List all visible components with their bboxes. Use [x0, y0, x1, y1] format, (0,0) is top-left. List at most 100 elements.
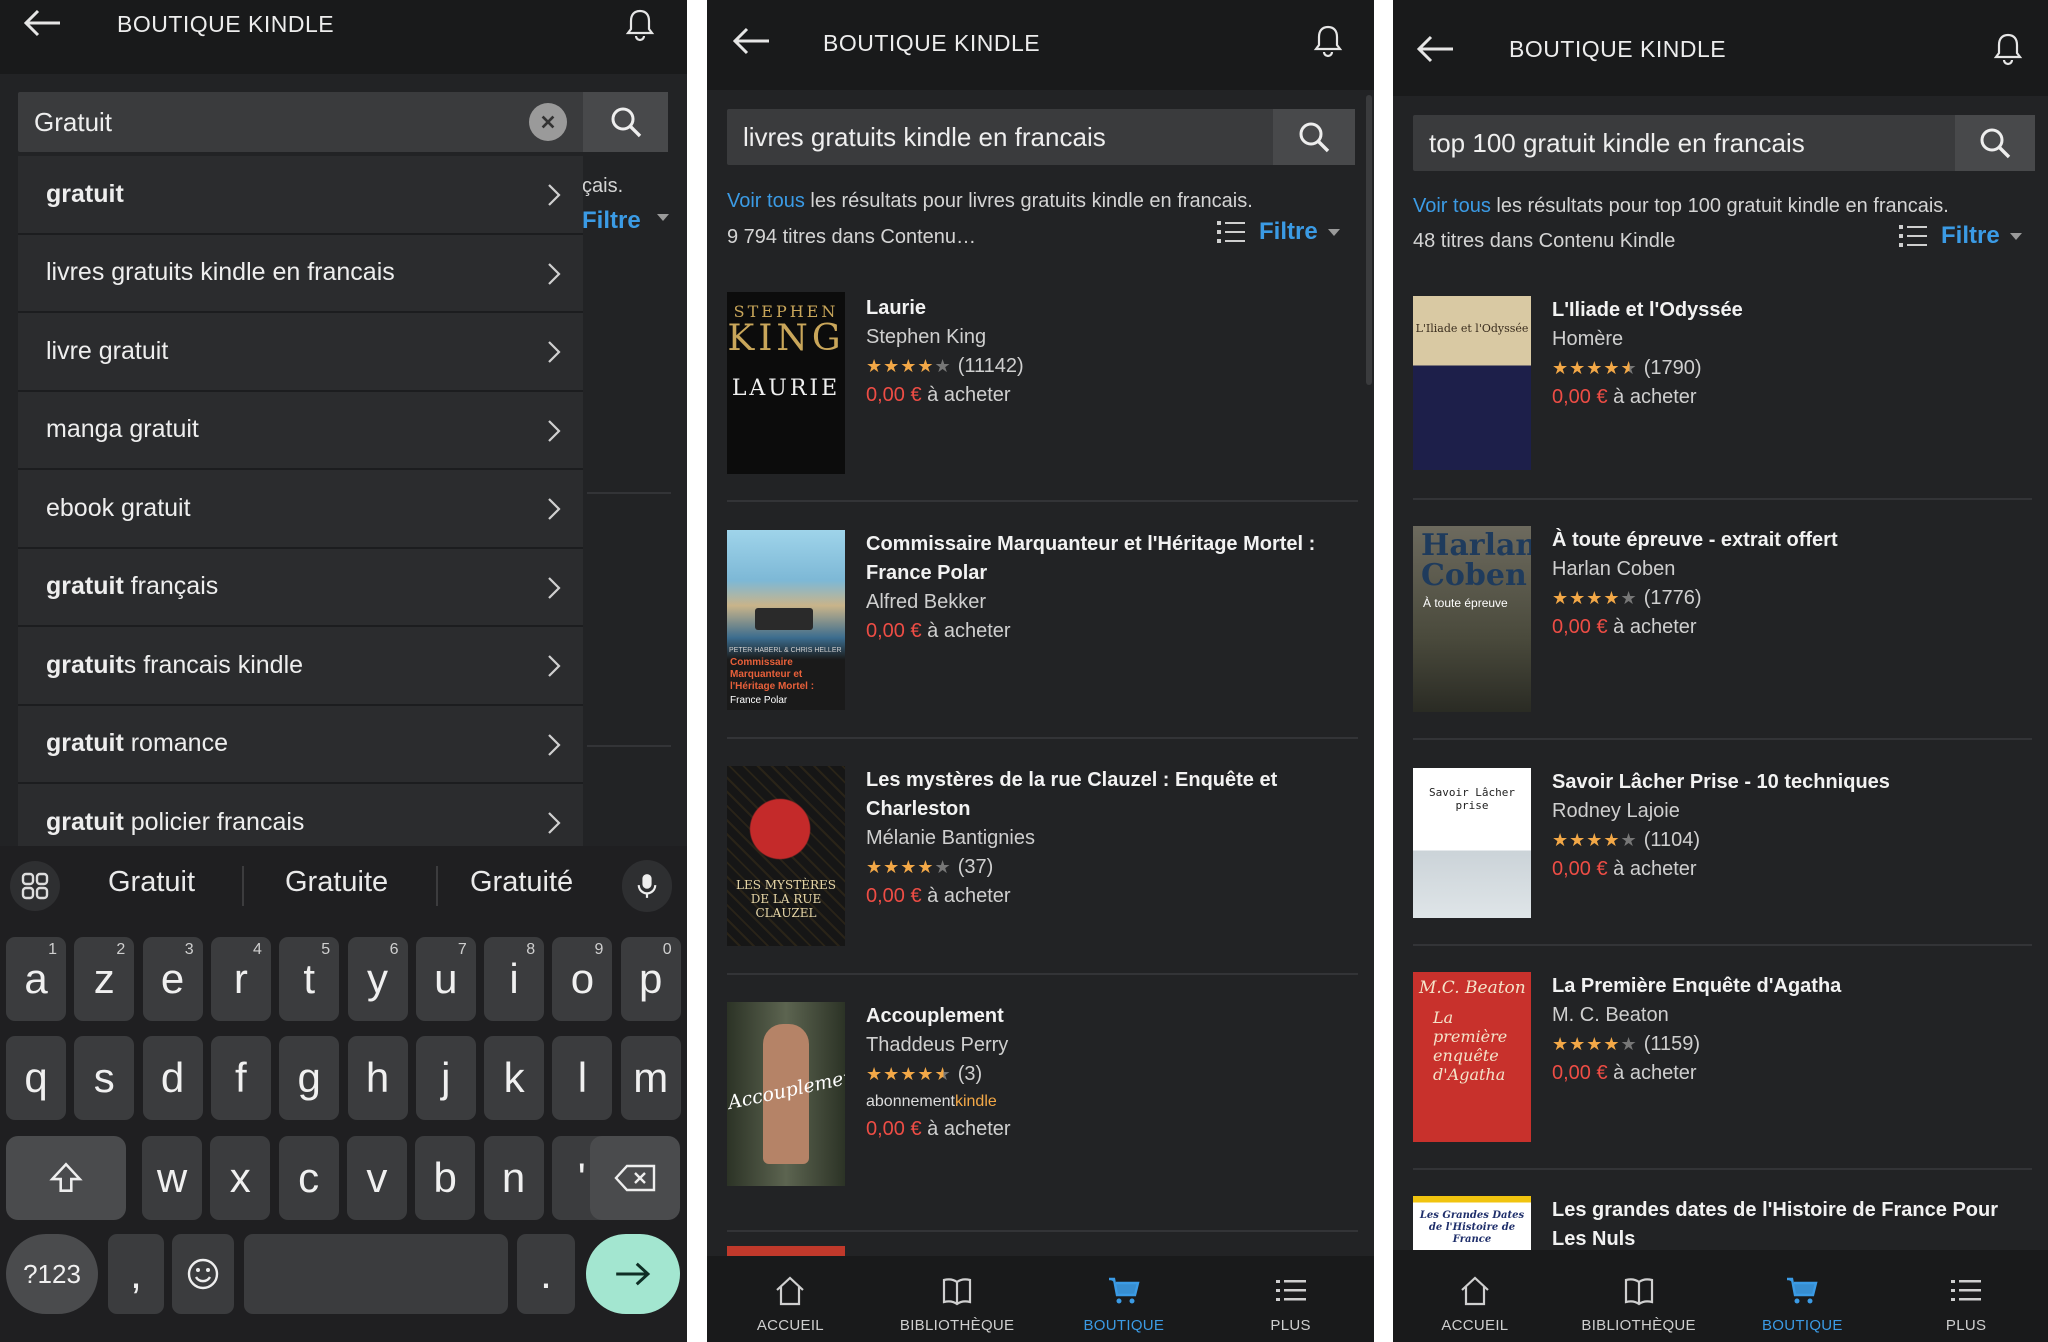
key-x[interactable]: x — [210, 1136, 271, 1220]
key-l[interactable]: l — [552, 1036, 613, 1120]
comma-key[interactable]: , — [108, 1234, 164, 1314]
see-all-link[interactable]: Voir tous — [727, 190, 805, 212]
book-result[interactable]: PETER HABERL & CHRIS HELLER Commissaire … — [707, 530, 1374, 730]
nav-library[interactable]: BIBLIOTHÈQUE — [874, 1256, 1041, 1342]
key-e[interactable]: e3 — [142, 937, 203, 1021]
key-p[interactable]: p0 — [620, 937, 681, 1021]
book-result[interactable]: Les Grandes Dates de l'Histoire de Franc… — [1393, 1196, 2048, 1256]
book-title[interactable]: Commissaire Marquanteur et l'Héritage Mo… — [866, 530, 1358, 588]
key-b[interactable]: b — [415, 1136, 476, 1220]
key-i[interactable]: i8 — [484, 937, 545, 1021]
apps-grid-icon[interactable] — [10, 861, 60, 911]
search-input[interactable]: livres gratuits kindle en francais — [727, 122, 1355, 153]
search-button[interactable] — [1955, 115, 2035, 171]
filter-label[interactable]: Filtre — [1941, 222, 2000, 250]
search-input[interactable]: top 100 gratuit kindle en francais — [1413, 128, 2035, 159]
microphone-icon[interactable] — [622, 860, 672, 912]
numbers-key[interactable]: ?123 — [6, 1234, 98, 1314]
nav-store[interactable]: BOUTIQUE — [1041, 1256, 1208, 1342]
search-button[interactable] — [1273, 109, 1355, 165]
key-j[interactable]: j — [415, 1036, 476, 1120]
suggestion-item[interactable]: gratuit français — [18, 549, 583, 627]
shift-key[interactable] — [6, 1136, 126, 1220]
suggestion-item[interactable]: gratuits francais kindle — [18, 627, 583, 706]
bell-icon[interactable] — [1313, 24, 1343, 58]
book-title[interactable]: Les mystères de la rue Clauzel : Enquête… — [866, 766, 1358, 824]
book-title[interactable]: À toute épreuve - extrait offert — [1552, 526, 2032, 555]
bell-icon[interactable] — [625, 8, 655, 42]
suggestion-item[interactable]: livres gratuits kindle en francais — [18, 235, 583, 313]
key-g[interactable]: g — [279, 1036, 340, 1120]
book-title[interactable]: La Première Enquête d'Agatha — [1552, 972, 2032, 1001]
key-f[interactable]: f — [210, 1036, 271, 1120]
book-title[interactable]: Les grandes dates de l'Histoire de Franc… — [1552, 1196, 2032, 1254]
book-result[interactable]: Harlan Coben À toute épreuve À toute épr… — [1393, 526, 2048, 726]
space-bar[interactable] — [244, 1234, 508, 1314]
backspace-key[interactable] — [590, 1136, 680, 1220]
see-all-link[interactable]: Voir tous — [1413, 195, 1491, 217]
book-title[interactable]: Savoir Lâcher Prise - 10 techniques — [1552, 768, 2032, 797]
book-cover: Savoir Lâcher prise — [1413, 768, 1531, 918]
book-result[interactable]: M.C. Beaton La première enquête d'Agatha… — [1393, 972, 2048, 1172]
key-w[interactable]: w — [142, 1136, 202, 1220]
emoji-key[interactable] — [172, 1234, 234, 1314]
key-h[interactable]: h — [347, 1036, 408, 1120]
filter-control[interactable]: Filtre — [1217, 218, 1340, 246]
word-suggestion[interactable]: Gratuite — [285, 866, 388, 899]
key-a[interactable]: a1 — [6, 937, 66, 1021]
key-n[interactable]: n — [483, 1136, 544, 1220]
key-z[interactable]: z2 — [74, 937, 135, 1021]
word-suggestion[interactable]: Gratuit — [108, 866, 195, 899]
book-title[interactable]: Accouplement — [866, 1002, 1358, 1031]
search-button[interactable] — [583, 92, 668, 152]
nav-store[interactable]: BOUTIQUE — [1721, 1250, 1885, 1342]
book-title[interactable]: Laurie — [866, 294, 1358, 323]
nav-home[interactable]: ACCUEIL — [707, 1256, 874, 1342]
suggestion-label: ebook gratuit — [46, 494, 191, 523]
bell-icon[interactable] — [1993, 32, 2023, 66]
book-title[interactable]: L'Iliade et l'Odyssée — [1552, 296, 2032, 325]
star-rating: ★★★★★ — [866, 857, 952, 877]
key-o[interactable]: o9 — [552, 937, 613, 1021]
key-c[interactable]: c — [278, 1136, 339, 1220]
key-m[interactable]: m — [620, 1036, 681, 1120]
key-u[interactable]: u7 — [415, 937, 476, 1021]
nav-more[interactable]: PLUS — [1884, 1250, 2048, 1342]
results-summary-text: les résultats pour top 100 gratuit kindl… — [1490, 195, 1949, 217]
book-result[interactable]: LES MYSTÈRES DE LA RUE CLAUZEL Les mystè… — [707, 766, 1374, 966]
suggestion-item[interactable]: manga gratuit — [18, 392, 583, 470]
key-y[interactable]: y6 — [347, 937, 408, 1021]
search-icon — [1980, 128, 2011, 159]
book-result[interactable]: Savoir Lâcher prise Savoir Lâcher Prise … — [1393, 768, 2048, 968]
suggestion-item[interactable]: ebook gratuit — [18, 470, 583, 549]
back-arrow-icon[interactable] — [731, 26, 771, 56]
word-suggestion[interactable]: Gratuité — [470, 866, 573, 899]
key-k[interactable]: k — [484, 1036, 545, 1120]
back-arrow-icon[interactable] — [1415, 34, 1455, 64]
filter-control[interactable]: Filtre — [1899, 222, 2022, 250]
nav-more[interactable]: PLUS — [1207, 1256, 1374, 1342]
suggestion-item[interactable]: gratuit — [18, 156, 583, 235]
filter-label[interactable]: Filtre — [1259, 218, 1318, 246]
list-view-icon[interactable] — [1217, 219, 1245, 245]
key-t[interactable]: t5 — [279, 937, 340, 1021]
key-q[interactable]: q — [6, 1036, 66, 1120]
suggestion-item[interactable]: livre gratuit — [18, 313, 583, 392]
key-s[interactable]: s — [74, 1036, 135, 1120]
nav-home[interactable]: ACCUEIL — [1393, 1250, 1557, 1342]
back-arrow-icon[interactable] — [22, 8, 62, 38]
key-v[interactable]: v — [346, 1136, 407, 1220]
key-r[interactable]: r4 — [210, 937, 271, 1021]
suggestion-item[interactable]: gratuit romance — [18, 706, 583, 784]
book-result[interactable]: L'Iliade et l'Odyssée L'Iliade et l'Odys… — [1393, 296, 2048, 496]
book-result[interactable]: STEPHEN KING LAURIE Laurie Stephen King … — [707, 292, 1374, 492]
search-input[interactable]: Gratuit — [18, 107, 668, 138]
book-result[interactable]: Accouplement Accouplement Thaddeus Perry… — [707, 1002, 1374, 1202]
key-d[interactable]: d — [142, 1036, 203, 1120]
period-key[interactable]: . — [517, 1234, 575, 1314]
clear-search-icon[interactable] — [529, 103, 567, 141]
nav-library[interactable]: BIBLIOTHÈQUE — [1557, 1250, 1721, 1342]
list-view-icon[interactable] — [1899, 223, 1927, 249]
book-info: À toute épreuve - extrait offert Harlan … — [1552, 526, 2032, 642]
enter-key[interactable] — [586, 1234, 680, 1314]
